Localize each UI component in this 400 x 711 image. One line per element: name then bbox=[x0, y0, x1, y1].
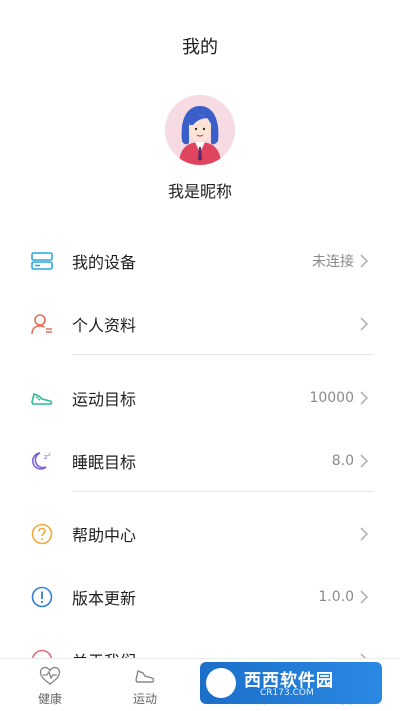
version-value: 1.0.0 bbox=[318, 589, 354, 605]
menu-item-label: 睡眠目标 bbox=[72, 453, 137, 472]
divider bbox=[72, 491, 374, 492]
tab-health[interactable]: 健康 bbox=[0, 659, 100, 711]
chevron-right-icon bbox=[360, 391, 369, 405]
info-icon bbox=[30, 585, 54, 609]
menu-item-label: 版本更新 bbox=[72, 589, 137, 608]
shoe-icon bbox=[135, 670, 155, 683]
device-status: 未连接 bbox=[312, 254, 354, 270]
tab-label: 运动 bbox=[132, 692, 157, 706]
avatar-illustration-icon bbox=[165, 95, 235, 165]
tab-label: 健康 bbox=[37, 692, 62, 706]
profile-icon bbox=[30, 312, 54, 336]
sleep-goal-value: 8.0 bbox=[331, 453, 354, 469]
menu-item-label: 我的设备 bbox=[72, 253, 137, 272]
watermark-url: CR173.COM bbox=[260, 688, 314, 698]
sleep-moon-icon: zz bbox=[30, 449, 54, 473]
tab-exercise[interactable]: 运动 bbox=[95, 659, 195, 711]
avatar[interactable] bbox=[165, 95, 235, 165]
watermark-emblem-icon bbox=[206, 668, 236, 698]
page-title: 我的 bbox=[182, 37, 218, 58]
device-icon bbox=[30, 249, 54, 273]
chevron-right-icon bbox=[360, 527, 369, 541]
exercise-goal-value: 10000 bbox=[309, 390, 354, 406]
menu-item-label: 个人资料 bbox=[72, 316, 137, 335]
chevron-right-icon bbox=[360, 454, 369, 468]
menu-item-sleep-goal[interactable]: zz 睡眠目标 8.0 bbox=[0, 434, 400, 488]
divider bbox=[72, 354, 374, 355]
menu-item-label: 运动目标 bbox=[72, 390, 137, 409]
watermark-logo: 西西软件园 CR173.COM bbox=[200, 662, 382, 704]
chevron-right-icon bbox=[360, 254, 369, 268]
help-icon bbox=[30, 522, 54, 546]
menu-item-help-center[interactable]: 帮助中心 bbox=[0, 507, 400, 561]
chevron-right-icon bbox=[360, 317, 369, 331]
menu-item-label: 帮助中心 bbox=[72, 526, 137, 545]
shoe-icon bbox=[30, 386, 54, 410]
heart-pulse-icon bbox=[39, 666, 61, 685]
menu-item-version-update[interactable]: 版本更新 1.0.0 bbox=[0, 570, 400, 624]
menu-item-profile[interactable]: 个人资料 bbox=[0, 297, 400, 351]
svg-text:z: z bbox=[48, 452, 51, 458]
menu-item-my-device[interactable]: 我的设备 未连接 bbox=[0, 234, 400, 288]
nickname[interactable]: 我是昵称 bbox=[0, 178, 400, 202]
chevron-right-icon bbox=[360, 590, 369, 604]
menu-item-exercise-goal[interactable]: 运动目标 10000 bbox=[0, 371, 400, 425]
